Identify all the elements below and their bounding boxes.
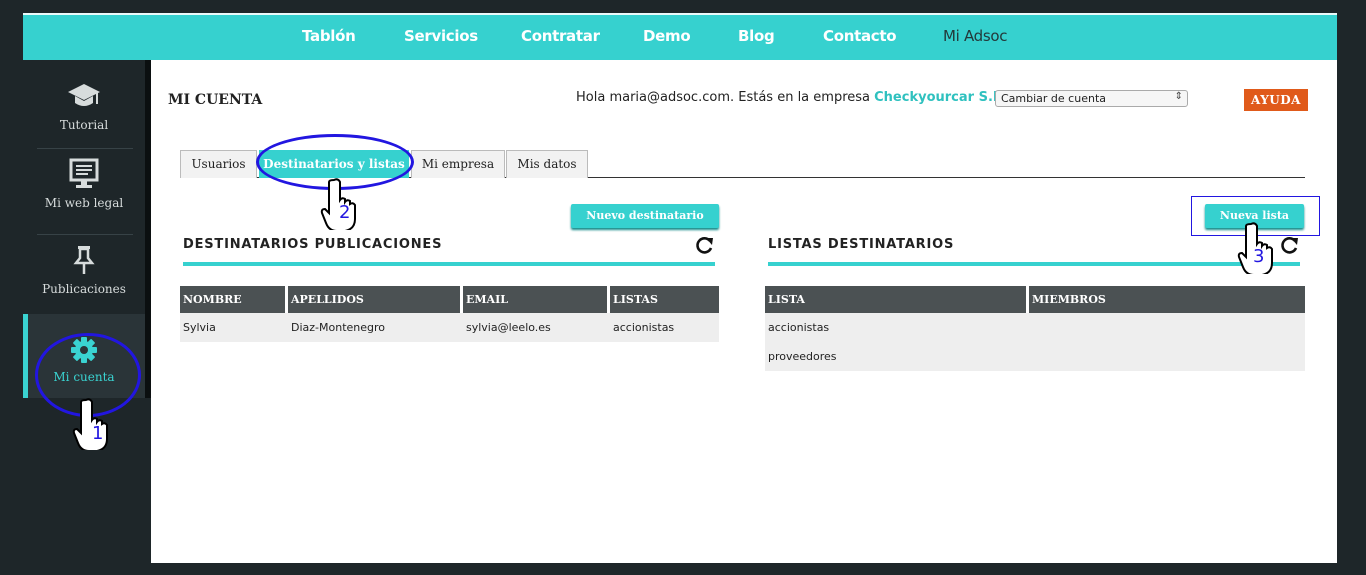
column-header[interactable]: LISTAS — [610, 286, 719, 313]
nav-tablon[interactable]: Tablón — [302, 27, 356, 45]
refresh-lists-icon[interactable] — [1279, 235, 1299, 255]
sidebar-item-mi-web-legal[interactable]: Mi web legal — [23, 158, 145, 210]
new-recipient-button[interactable]: Nuevo destinatario — [571, 204, 719, 228]
company-name: Checkyourcar S.L. — [874, 90, 1007, 105]
greeting: Hola maria@adsoc.com. Estás en la empres… — [576, 90, 1006, 105]
refresh-recipients-icon[interactable] — [694, 235, 714, 255]
nav-servicios[interactable]: Servicios — [404, 27, 478, 45]
pushpin-icon — [73, 246, 95, 274]
cell-lista: accionistas — [765, 313, 1029, 342]
sidebar-item-label: Mi web legal — [44, 196, 124, 210]
top-nav: Tablón Servicios Contratar Demo Blog Con… — [23, 15, 1337, 60]
annotation-number-2: 2 — [339, 202, 351, 223]
sidebar-item-publicaciones[interactable]: Publicaciones — [23, 244, 145, 296]
account-select-value: Cambiar de cuenta — [1001, 92, 1106, 105]
sidebar-divider — [37, 234, 133, 235]
tab-usuarios[interactable]: Usuarios — [180, 150, 257, 178]
column-header[interactable]: MIEMBROS — [1029, 286, 1305, 313]
account-select[interactable]: Cambiar de cuenta ⇕ — [995, 90, 1188, 107]
column-header[interactable]: LISTA — [765, 286, 1029, 313]
annotation-number-1: 1 — [92, 423, 104, 444]
column-header[interactable]: EMAIL — [463, 286, 610, 313]
cell-miembros — [1029, 342, 1305, 371]
column-header[interactable]: APELLIDOS — [288, 286, 463, 313]
sidebar-item-tutorial[interactable]: Tutorial — [23, 82, 145, 132]
tab-mi-empresa[interactable]: Mi empresa — [411, 150, 505, 178]
cell-miembros — [1029, 313, 1305, 342]
lists-table: LISTA MIEMBROS accionistas proveedores — [765, 286, 1305, 371]
cell-lista: proveedores — [765, 342, 1029, 371]
graduation-cap-icon — [68, 84, 100, 106]
table-row[interactable]: Sylvia Diaz-Montenegro sylvia@leelo.es a… — [180, 313, 719, 342]
select-arrows-icon: ⇕ — [1174, 91, 1183, 102]
help-button[interactable]: AYUDA — [1244, 89, 1308, 111]
nav-mi-adsoc[interactable]: Mi Adsoc — [943, 27, 1008, 45]
column-header[interactable]: NOMBRE — [180, 286, 288, 313]
sidebar-item-label: Tutorial — [59, 118, 109, 132]
top-navigation-bar: Tablón Servicios Contratar Demo Blog Con… — [23, 13, 1337, 60]
sidebar: Tutorial Mi web legal Publicaciones Mi c… — [23, 60, 151, 563]
lists-section-title: LISTAS DESTINATARIOS — [768, 237, 955, 252]
greeting-text: Hola maria@adsoc.com. Estás en la empres… — [576, 90, 870, 105]
table-row[interactable]: accionistas — [765, 313, 1305, 342]
nav-contratar[interactable]: Contratar — [521, 27, 600, 45]
nav-demo[interactable]: Demo — [643, 27, 691, 45]
page-title: MI CUENTA — [168, 92, 263, 108]
recipients-table: NOMBRE APELLIDOS EMAIL LISTAS Sylvia Dia… — [180, 286, 719, 342]
nav-contacto[interactable]: Contacto — [823, 27, 897, 45]
cell-nombre: Sylvia — [180, 313, 288, 342]
lists-section-underline — [768, 262, 1300, 266]
table-row[interactable]: proveedores — [765, 342, 1305, 371]
tab-mis-datos[interactable]: Mis datos — [506, 150, 588, 178]
cell-email: sylvia@leelo.es — [463, 313, 610, 342]
sidebar-item-label: Publicaciones — [42, 282, 126, 296]
cell-listas: accionistas — [610, 313, 719, 342]
recipients-section-title: DESTINATARIOS PUBLICACIONES — [183, 237, 443, 252]
table-header-row: NOMBRE APELLIDOS EMAIL LISTAS — [180, 286, 719, 313]
annotation-number-3: 3 — [1253, 246, 1265, 267]
recipients-section-underline — [183, 262, 715, 266]
table-header-row: LISTA MIEMBROS — [765, 286, 1305, 313]
nav-blog[interactable]: Blog — [738, 27, 775, 45]
monitor-icon — [69, 158, 99, 188]
sidebar-divider — [37, 148, 133, 149]
cell-apellidos: Diaz-Montenegro — [288, 313, 463, 342]
